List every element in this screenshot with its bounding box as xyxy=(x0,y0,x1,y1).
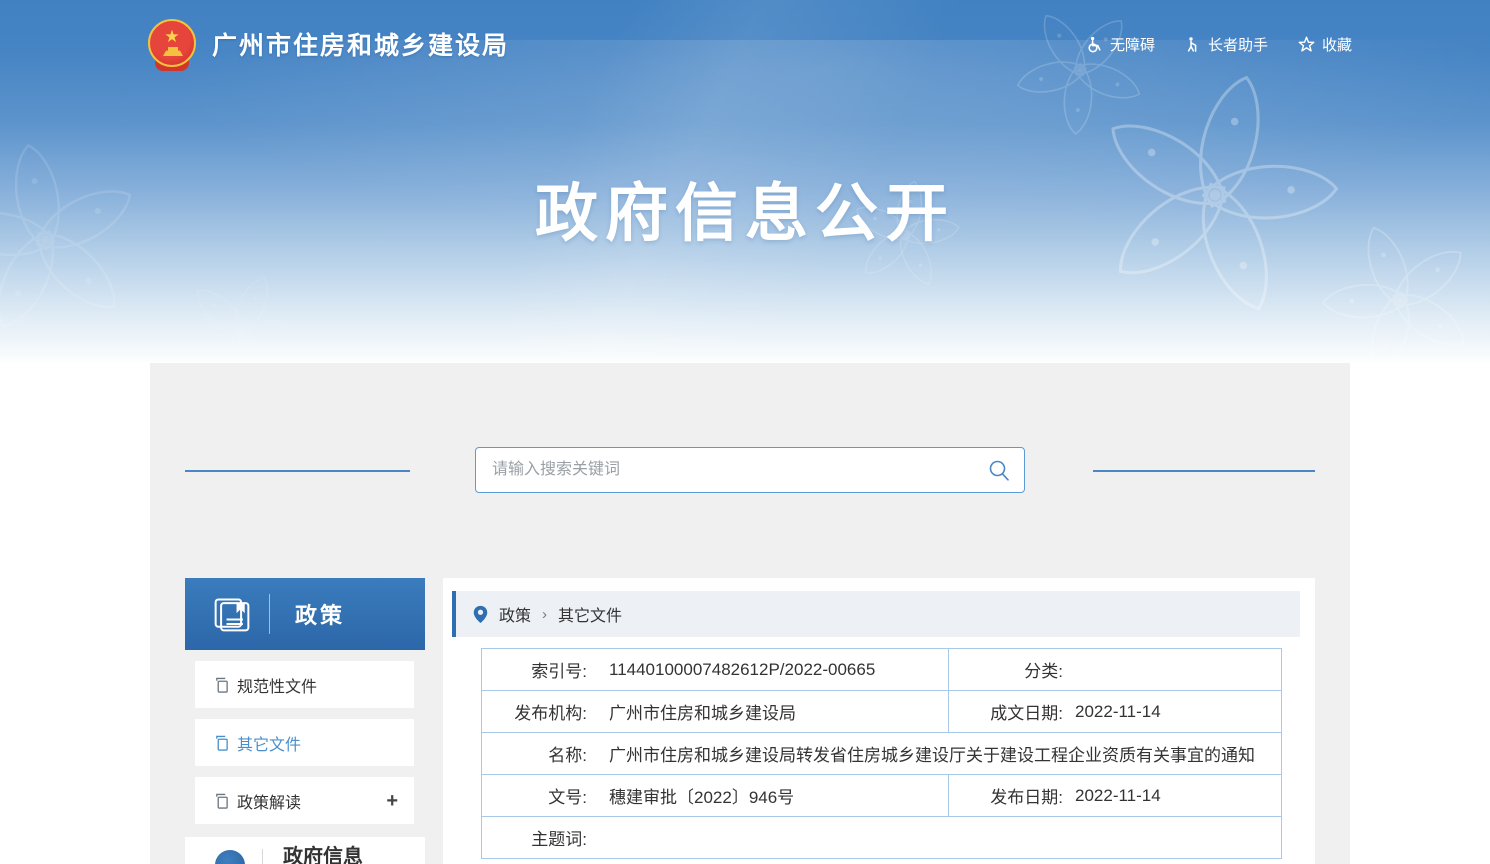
sidebar: 政策 规范性文件 其它文件 xyxy=(185,578,425,864)
field-value-index-number: 11440100007482612P/2022-00665 xyxy=(609,660,875,680)
field-label-issuing-agency: 发布机构: xyxy=(482,699,587,724)
table-row: 名称: 广州市住房和城乡建设局转发省住房城乡建设厅关于建设工程企业资质有关事宜的… xyxy=(482,733,1282,775)
map-pin-icon xyxy=(473,605,488,624)
search-box xyxy=(475,447,1025,493)
sidebar-item-normative-documents[interactable]: 规范性文件 xyxy=(195,661,414,708)
detail-panel: 政策 › 其它文件 索引号: 11440100007482612P/2022-0… xyxy=(443,578,1315,864)
field-label-document-name: 名称: xyxy=(482,741,587,766)
sidebar-header-divider xyxy=(269,594,270,634)
field-label-document-number: 文号: xyxy=(482,783,587,808)
sidebar-item-policy-interpretation[interactable]: 政策解读 + xyxy=(195,777,414,824)
sidebar-menu: 规范性文件 其它文件 政策解读 xyxy=(185,650,425,824)
document-icon xyxy=(214,677,229,693)
field-label-index-number: 索引号: xyxy=(482,657,587,682)
sidebar-section-gov-info[interactable]: 政府信息公开 xyxy=(185,837,425,864)
field-value-document-number: 穗建审批〔2022〕946号 xyxy=(609,783,794,808)
field-value-publish-date: 2022-11-14 xyxy=(1075,786,1161,806)
favorite-label: 收藏 xyxy=(1322,34,1352,55)
book-icon xyxy=(212,595,252,633)
header-quick-links: 无障碍 长者助手 收藏 xyxy=(1086,34,1352,55)
favorite-link[interactable]: 收藏 xyxy=(1298,34,1352,55)
sidebar-item-other-documents[interactable]: 其它文件 xyxy=(195,719,414,766)
sidebar-next-section-title: 政府信息公开 xyxy=(283,845,381,864)
field-value-issuing-agency: 广州市住房和城乡建设局 xyxy=(609,699,796,724)
breadcrumb: 政策 › 其它文件 xyxy=(452,591,1300,637)
star-icon xyxy=(1298,36,1315,53)
field-label-issue-date: 成文日期: xyxy=(949,699,1063,724)
site-title: 广州市住房和城乡建设局 xyxy=(212,26,509,62)
decorative-line-right xyxy=(1093,470,1315,472)
search-input[interactable] xyxy=(476,448,1024,492)
content-area: 政策 规范性文件 其它文件 xyxy=(150,363,1350,864)
document-meta-table: 索引号: 11440100007482612P/2022-00665 分类: 发… xyxy=(481,648,1282,859)
table-row: 发布机构: 广州市住房和城乡建设局 成文日期: 2022-11-14 xyxy=(482,691,1282,733)
table-row: 文号: 穗建审批〔2022〕946号 发布日期: 2022-11-14 xyxy=(482,775,1282,817)
table-row: 索引号: 11440100007482612P/2022-00665 分类: xyxy=(482,649,1282,691)
banner: ★ 广州市住房和城乡建设局 无障碍 xyxy=(0,0,1490,363)
national-emblem-logo: ★ xyxy=(146,17,198,71)
sidebar-header-divider xyxy=(262,849,263,864)
elder-assist-label: 长者助手 xyxy=(1208,34,1268,55)
breadcrumb-separator: › xyxy=(542,606,547,623)
breadcrumb-item-other-documents[interactable]: 其它文件 xyxy=(558,602,622,626)
accessibility-link[interactable]: 无障碍 xyxy=(1086,34,1155,55)
field-label-publish-date: 发布日期: xyxy=(949,783,1063,808)
table-row: 主题词: xyxy=(482,817,1282,859)
site-brand[interactable]: ★ 广州市住房和城乡建设局 xyxy=(146,17,509,71)
document-icon xyxy=(214,793,229,809)
sidebar-section-policy[interactable]: 政策 xyxy=(185,578,425,650)
sidebar-item-label: 其它文件 xyxy=(237,731,301,755)
accessibility-label: 无障碍 xyxy=(1110,34,1155,55)
elder-assist-link[interactable]: 长者助手 xyxy=(1185,34,1268,55)
wheelchair-icon xyxy=(1086,36,1103,53)
sidebar-item-label: 政策解读 xyxy=(237,789,301,813)
field-label-category: 分类: xyxy=(949,657,1063,682)
field-value-issue-date: 2022-11-14 xyxy=(1075,702,1161,722)
document-icon xyxy=(214,735,229,751)
breadcrumb-item-policy[interactable]: 政策 xyxy=(499,602,531,626)
elder-assist-icon xyxy=(1185,36,1201,53)
info-circle-icon xyxy=(215,850,245,864)
decorative-line-left xyxy=(185,470,410,472)
search-icon[interactable] xyxy=(987,458,1011,487)
sidebar-item-label: 规范性文件 xyxy=(237,673,317,697)
page-title: 政府信息公开 xyxy=(535,163,955,254)
emblem-star-icon: ★ xyxy=(164,28,179,45)
expand-plus-icon[interactable]: + xyxy=(386,791,398,811)
field-label-keywords: 主题词: xyxy=(482,825,587,850)
sidebar-section-title: 政策 xyxy=(295,598,345,630)
field-value-document-name: 广州市住房和城乡建设局转发省住房城乡建设厅关于建设工程企业资质有关事宜的通知 xyxy=(609,741,1255,766)
top-bar: ★ 广州市住房和城乡建设局 无障碍 xyxy=(0,0,1490,88)
